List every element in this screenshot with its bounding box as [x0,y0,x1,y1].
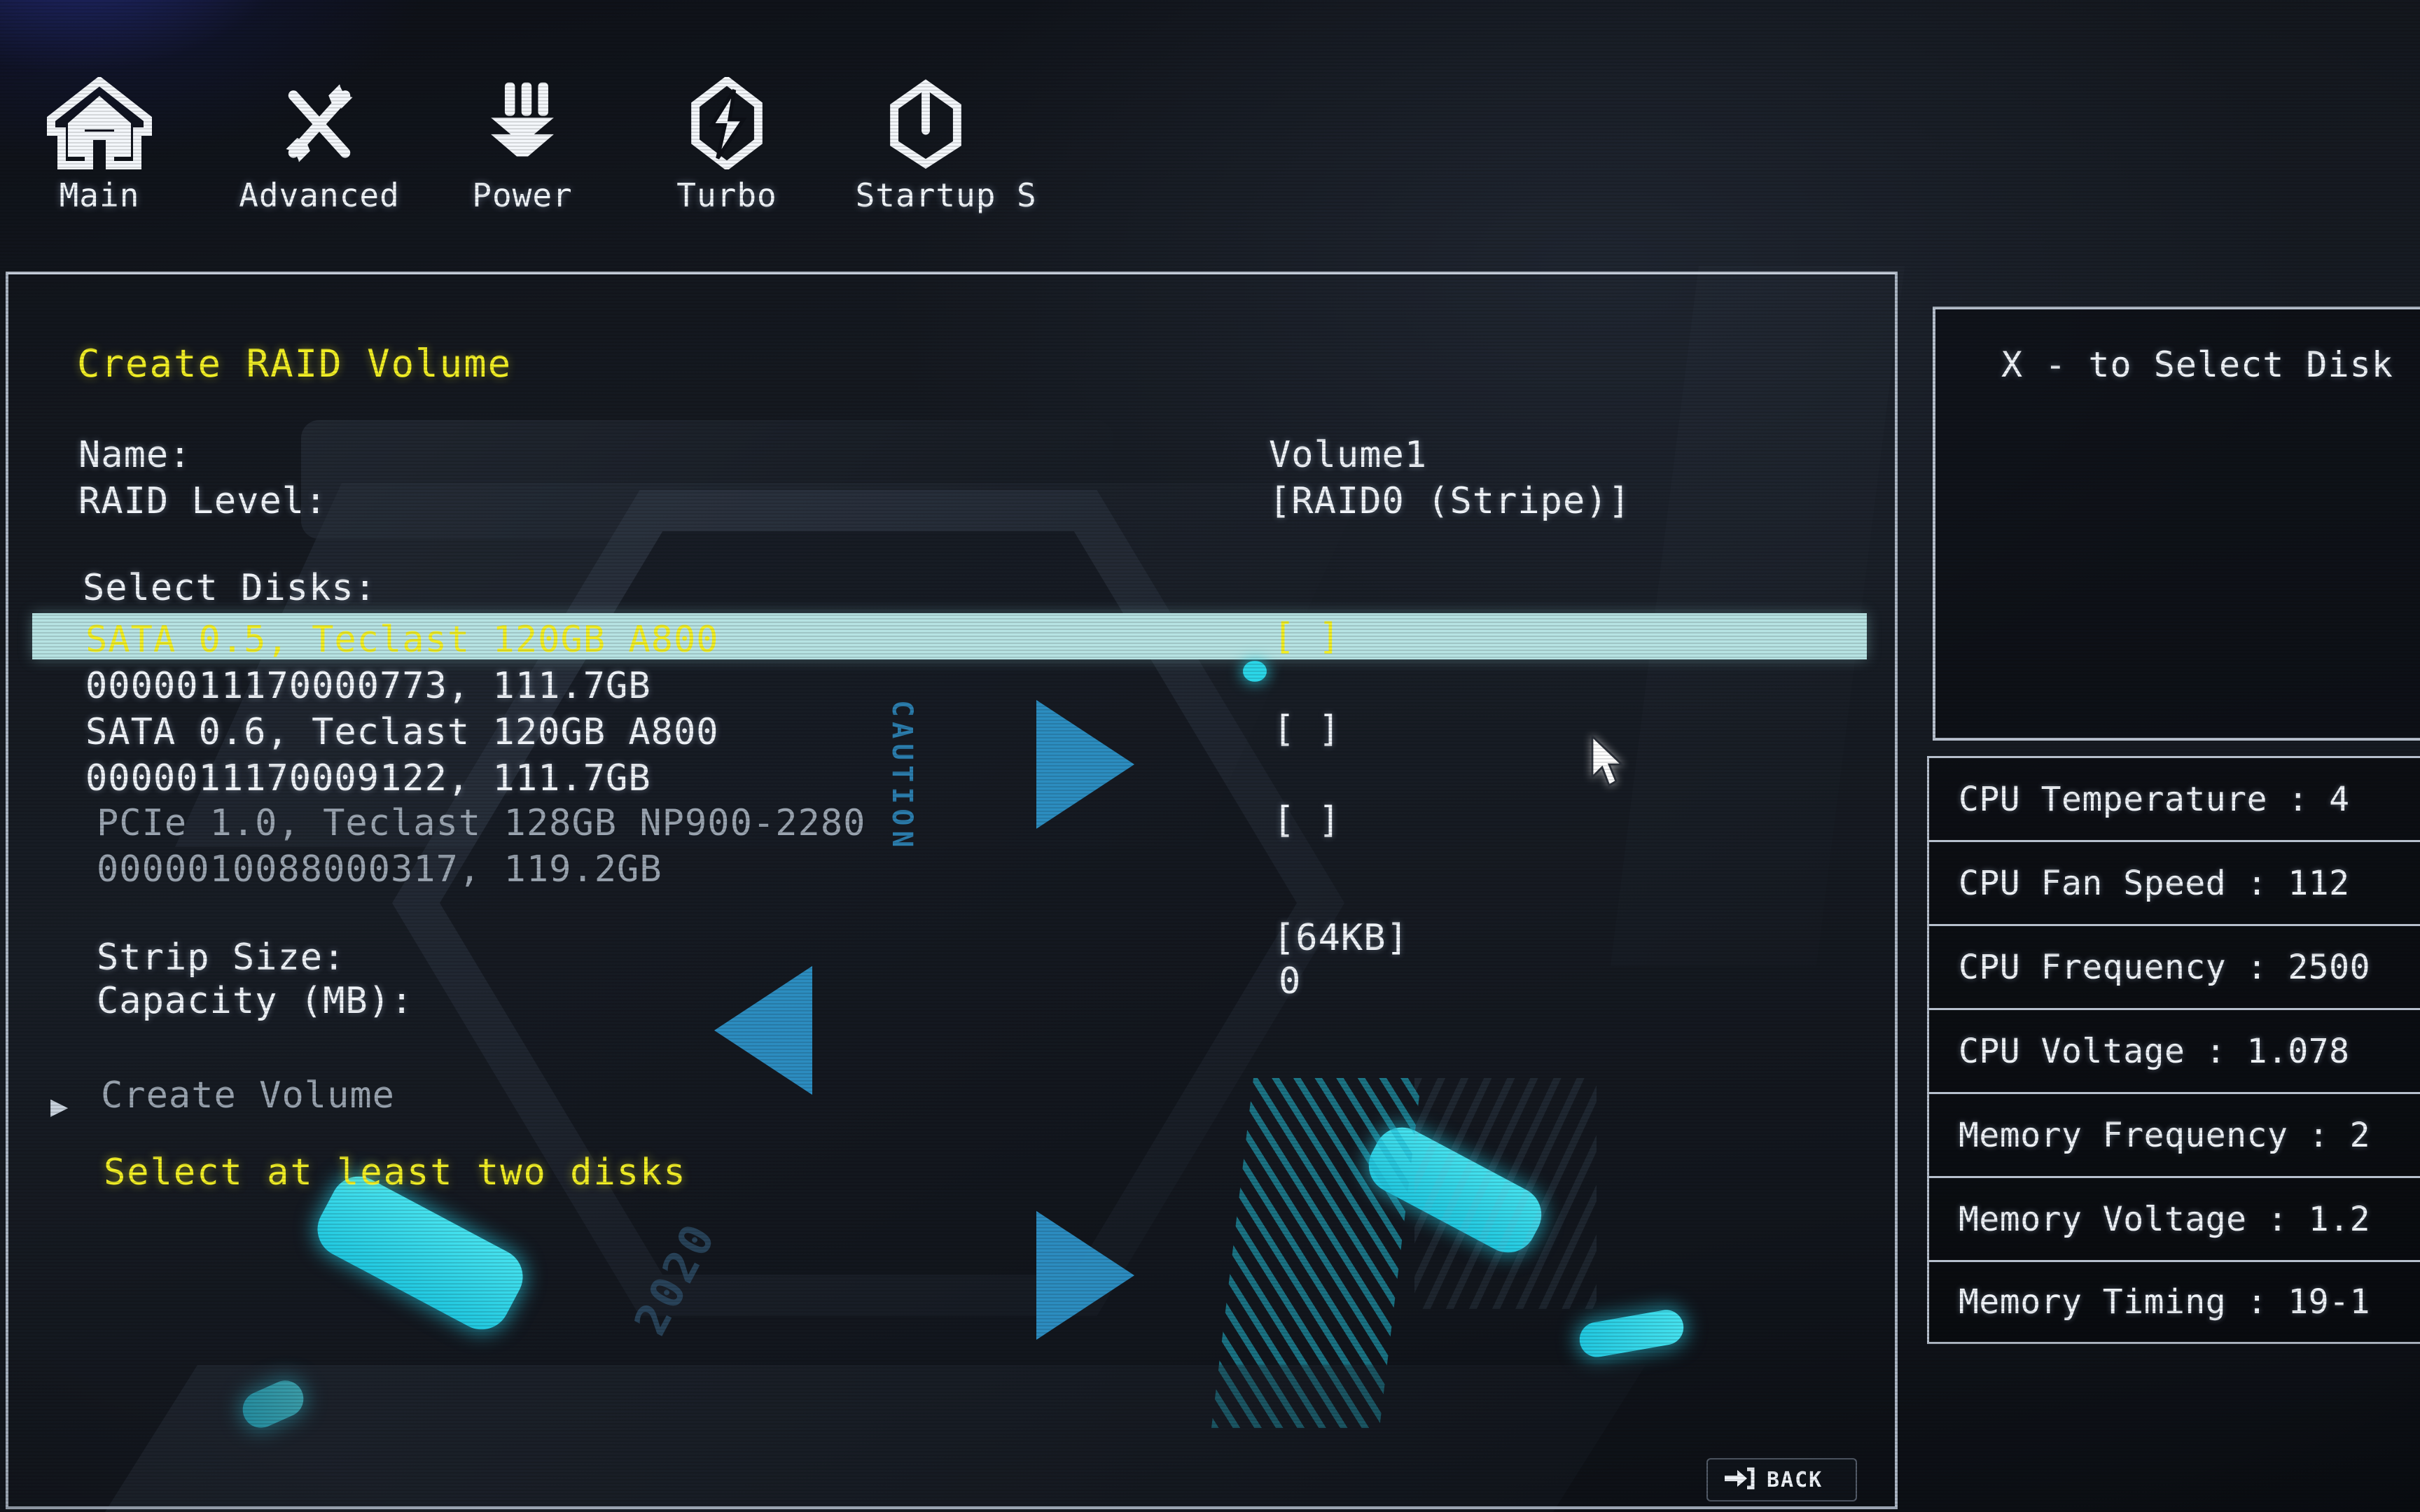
disk-row-1-checkbox[interactable]: [ ] [1273,708,1341,750]
hw-row-label-6: Memory Timing : 19-1 [1959,1282,2370,1322]
mouse-cursor [1590,734,1629,794]
hw-row-label-1: CPU Fan Speed : 112 [1959,863,2350,903]
disk-row-2-name[interactable]: PCIe 1.0, Teclast 128GB NP900-2280 [97,802,865,844]
nav-item-turbo[interactable]: Turbo [622,77,832,214]
hw-row-cpu-frequency: CPU Frequency : 2500 [1927,924,2420,1008]
capacity-label: Capacity (MB): [97,980,414,1022]
home-icon [0,77,204,169]
nav-item-label-turbo: Turbo [676,176,777,214]
hw-row-cpu-voltage: CPU Voltage : 1.078 [1927,1008,2420,1092]
power-icon [821,77,1031,169]
disk-row-0-checkbox[interactable]: [ ] [1273,616,1341,658]
top-navigation-bar: Main Advanced Power Turbo Startup S [0,0,2420,270]
back-arrow-icon [1723,1466,1757,1493]
name-value[interactable]: Volume1 [1269,434,1427,476]
create-raid-volume-panel [6,272,1898,1509]
nav-item-label-startup: Startup [855,176,996,214]
capacity-value[interactable]: 0 [1279,960,1301,1002]
lightning-icon [622,77,832,169]
nav-item-save[interactable]: S [1017,77,1101,214]
hardware-monitor-panel: CPU Temperature : 4 CPU Fan Speed : 112 … [1927,756,2420,1344]
disk-row-1-name[interactable]: SATA 0.6, Teclast 120GB A800 [85,711,719,753]
hw-row-memory-timing: Memory Timing : 19-1 [1927,1260,2420,1344]
hw-row-label-5: Memory Voltage : 1.2 [1959,1199,2370,1239]
name-label: Name: [78,434,192,476]
nav-item-advanced[interactable]: Advanced [214,77,424,214]
raid-level-value[interactable]: [RAID0 (Stripe)] [1269,480,1631,522]
chevron-right-icon: ▶ [50,1088,69,1123]
disk-row-2-serial: 0000010088000317, 119.2GB [97,848,662,890]
hw-row-cpu-fan-speed: CPU Fan Speed : 112 [1927,840,2420,924]
select-disks-label: Select Disks: [83,567,377,609]
nav-item-power[interactable]: Power [417,77,627,214]
disk-row-1-serial: 0000011170009122, 111.7GB [85,757,651,799]
hw-row-cpu-temperature: CPU Temperature : 4 [1927,756,2420,840]
page-title: Create RAID Volume [77,342,513,386]
screen-artifact-dot [1243,661,1267,682]
strip-size-label: Strip Size: [97,937,346,979]
disk-row-2-checkbox[interactable]: [ ] [1273,799,1341,841]
nav-item-label-save: S [1017,176,1037,214]
help-text: X - to Select Disk [2001,344,2393,385]
hw-row-label-3: CPU Voltage : 1.078 [1959,1031,2350,1071]
nav-item-main[interactable]: Main [0,77,204,214]
nav-item-startup[interactable]: Startup [821,77,1031,214]
validation-warning: Select at least two disks [104,1152,687,1194]
layers-icon [417,77,627,169]
back-button-label: BACK [1767,1467,1823,1492]
raid-level-label: RAID Level: [78,480,328,522]
disk-row-0-serial: 0000011170000773, 111.7GB [85,665,651,707]
hw-row-label-4: Memory Frequency : 2 [1959,1115,2370,1155]
hw-row-label-2: CPU Frequency : 2500 [1959,947,2370,987]
nav-item-label-power: Power [472,176,573,214]
hw-row-memory-frequency: Memory Frequency : 2 [1927,1092,2420,1176]
back-button[interactable]: BACK [1706,1458,1857,1502]
strip-size-value[interactable]: [64KB] [1273,917,1409,959]
nav-item-label-advanced: Advanced [239,176,400,214]
create-volume-button[interactable]: Create Volume [101,1074,395,1116]
disk-row-0-name[interactable]: SATA 0.5, Teclast 120GB A800 [85,619,719,661]
save-icon [1017,77,1101,169]
hw-row-memory-voltage: Memory Voltage : 1.2 [1927,1176,2420,1260]
hw-row-label-0: CPU Temperature : 4 [1959,779,2350,819]
nav-item-label-main: Main [59,176,140,214]
tools-icon [214,77,424,169]
bios-setup-screen: CAUTION 2020 Main Advanced Power Turbo S… [0,0,2420,1512]
